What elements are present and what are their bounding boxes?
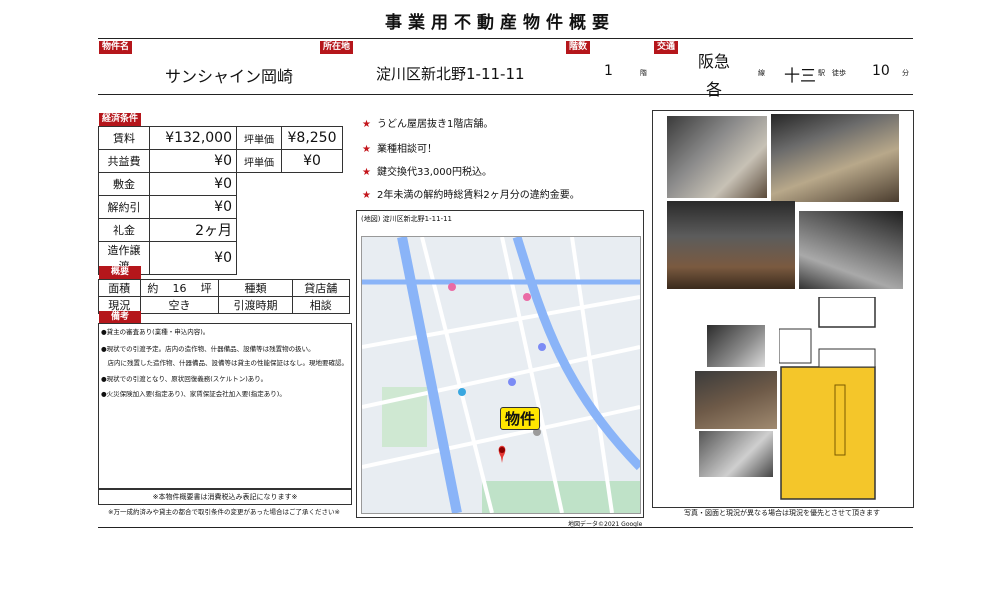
remark-line: ●貸主の審査あり(業種・申込内容)。 [101, 328, 210, 336]
map-frame: (地図) 淀川区新北野1-11-11 物件 [356, 210, 644, 518]
common-fee-value: ¥0 [149, 149, 237, 173]
floor-plan [779, 297, 876, 500]
map-graphic [362, 237, 640, 513]
remark-line: ●現状での引渡予定。店内の造作物、什器備品、設備等は残置物の扱い。 [101, 345, 315, 353]
feature-item: ★ 2年未満の解約時総賃料2ヶ月分の違約金要。 [362, 190, 580, 201]
overview-table: 面積 約 16 坪 種類 貸店舗 現況 空き 引渡時期 相談 [98, 279, 351, 314]
floor-value: 1 [604, 63, 613, 79]
label-address: 所在地 [320, 41, 354, 54]
cell-value: 約 [139, 279, 166, 297]
photos-note: 写真・図面と現況が異なる場合は現況を優先とさせて頂きます [684, 509, 880, 517]
cell-value: 貸店舗 [291, 279, 351, 297]
minute-unit: 分 [902, 69, 909, 77]
page-bottom-rule [98, 527, 913, 528]
floor-unit: 階 [640, 69, 647, 77]
remark-line: ●火災保険加入要(指定あり)、家賃保証会社加入要(指定あり)。 [101, 390, 286, 398]
cancellation-value: ¥0 [149, 195, 237, 219]
area-value: 16 [165, 279, 194, 297]
cell-label: 坪単価 [236, 149, 282, 173]
rent-value: ¥132,000 [149, 126, 237, 150]
photo-kitchen [799, 211, 903, 289]
remark-line: 店内に残置した造作物、什器備品、設備等は貸主の性能保証はなし。現地要確認。 [101, 359, 349, 367]
cell-label: 賃料 [98, 126, 150, 150]
label-floor: 階数 [566, 41, 591, 54]
map-pin-label: 物件 [500, 407, 541, 430]
table-row: 共益費 ¥0 坪単価 ¥0 [98, 149, 343, 173]
photo-sink [707, 325, 765, 367]
rent-per-tsubo: ¥8,250 [281, 126, 343, 150]
photos-frame [652, 110, 914, 508]
cell-label: 面積 [98, 279, 141, 297]
walk-label: 徒歩 [832, 69, 846, 77]
transit-line: 阪急 [698, 52, 731, 71]
feature-item: ★ 鍵交換代33,000円税込。 [362, 167, 492, 178]
cell-value: 空き [139, 296, 220, 314]
cell-label: 共益費 [98, 149, 150, 173]
cell-label: 敷金 [98, 172, 150, 196]
label-transit: 交通 [654, 41, 679, 54]
cell-label: 引渡時期 [218, 296, 293, 314]
photo-storefront [667, 116, 767, 198]
page-title: 事業用不動産物件概要 [385, 13, 615, 33]
remark-line: ●現状での引渡となり、原状回復義務(スケルトン)あり。 [101, 375, 268, 383]
table-row: 解約引 ¥0 [98, 195, 343, 219]
map-caption: (地図) 淀川区新北野1-11-11 [361, 215, 453, 223]
header-bottom-rule [98, 94, 913, 95]
remarks-footer-tax: ※本物件概要書は消費税込み表記になります※ [98, 489, 352, 505]
label-overview: 概要 [99, 266, 141, 279]
cell-label: 種類 [218, 279, 293, 297]
table-row: 礼金 2ヶ月 [98, 218, 343, 242]
table-row: 賃料 ¥132,000 坪単価 ¥8,250 [98, 126, 343, 150]
table-row: 敷金 ¥0 [98, 172, 343, 196]
deposit-value: ¥0 [149, 172, 237, 196]
transit-line-type: 各 [706, 80, 723, 99]
cell-label: 解約引 [98, 195, 150, 219]
label-economic: 経済条件 [99, 113, 141, 126]
fixture-transfer-value: ¥0 [149, 241, 237, 275]
cell-label: 礼金 [98, 218, 150, 242]
station-name: 十三 [784, 66, 817, 85]
economic-table: 賃料 ¥132,000 坪単価 ¥8,250 共益費 ¥0 坪単価 ¥0 敷金 … [98, 126, 343, 275]
cell-value: 坪 [193, 279, 220, 297]
photo-storage [695, 371, 777, 429]
cell-label: 坪単価 [236, 126, 282, 150]
property-address: 淀川区新北野1-11-11 [376, 65, 525, 83]
remarks-box: ●貸主の審査あり(業種・申込内容)。 ●現状での引渡予定。店内の造作物、什器備品… [98, 323, 352, 489]
key-money-value: 2ヶ月 [149, 218, 237, 242]
line-unit: 線 [758, 69, 765, 77]
photo-restroom [699, 431, 773, 477]
feature-item: ★ うどん屋居抜き1階店舗。 [362, 119, 494, 130]
property-name: サンシャイン岡崎 [165, 67, 294, 86]
common-fee-per-tsubo: ¥0 [281, 149, 343, 173]
feature-item: ★ 業種相談可！ [362, 144, 437, 155]
label-property-name: 物件名 [99, 41, 133, 54]
cell-value: 相談 [291, 296, 351, 314]
map-image: 物件 [361, 236, 641, 514]
table-row: 面積 約 16 坪 種類 貸店舗 [98, 279, 351, 297]
header-top-rule [98, 38, 913, 39]
walk-minutes: 10 [872, 63, 890, 79]
photo-interior [667, 201, 795, 289]
photo-counter [771, 114, 899, 202]
station-unit: 駅 [818, 69, 825, 77]
remarks-footer-change: ※万一成約済みや貸主の都合で取引条件の変更があった場合はご了承ください※ [108, 508, 340, 516]
